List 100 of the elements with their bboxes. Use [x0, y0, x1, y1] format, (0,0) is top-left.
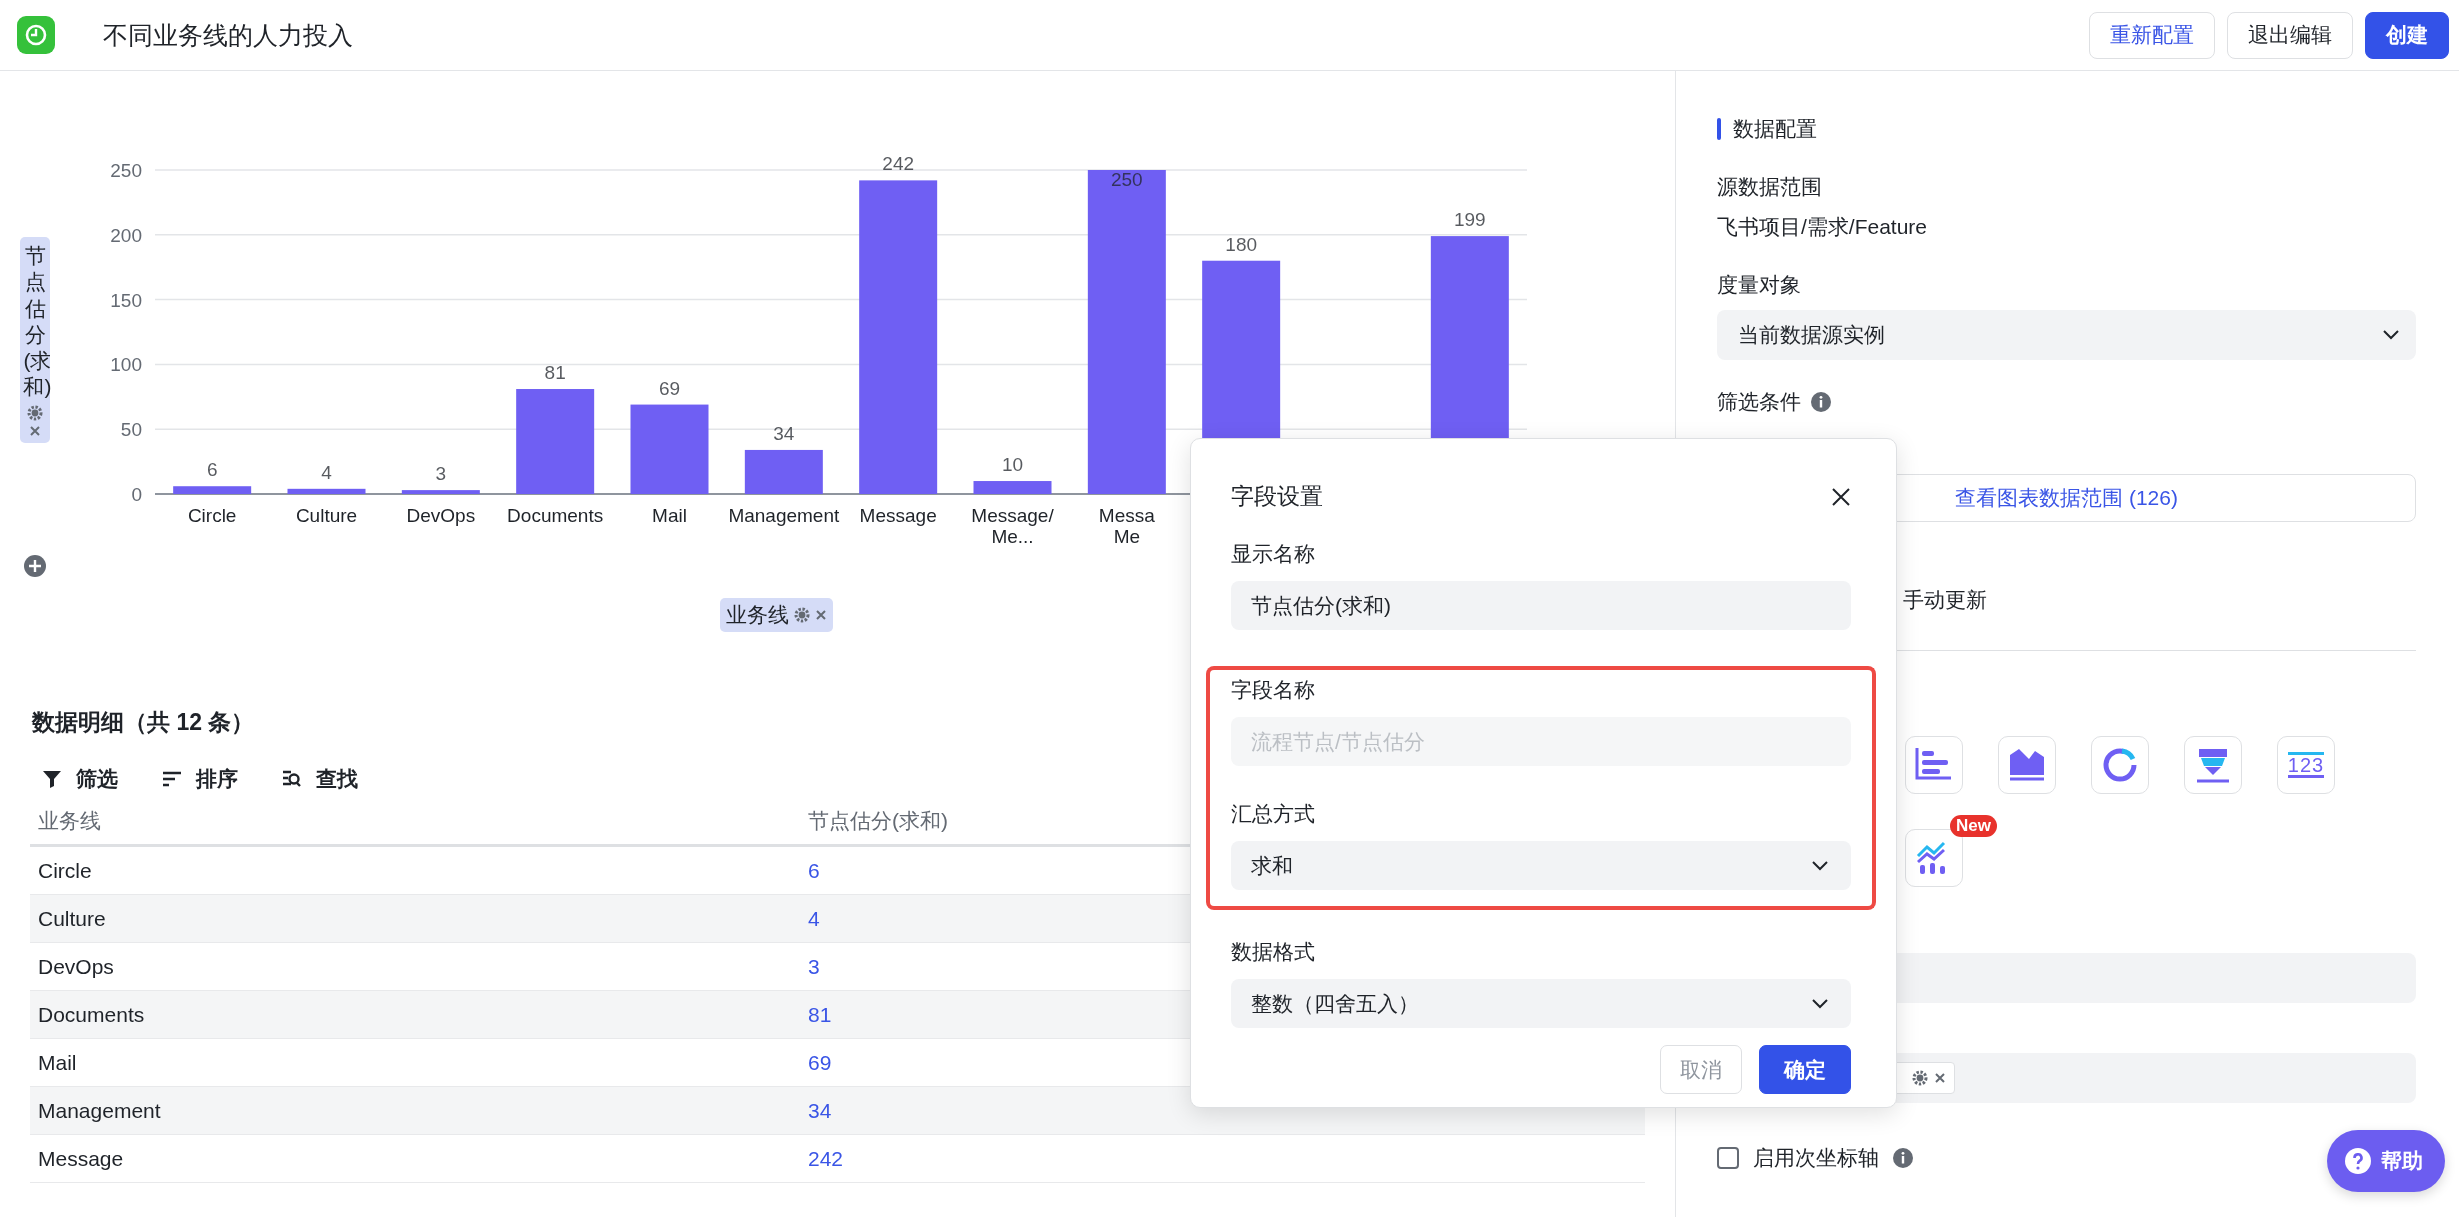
dialog-title: 字段设置: [1231, 482, 1323, 511]
cancel-button[interactable]: 取消: [1660, 1045, 1742, 1094]
table-cell[interactable]: 4: [808, 906, 820, 931]
category-label: Documents: [507, 505, 604, 526]
add-icon[interactable]: [24, 554, 46, 577]
field-label: 源数据范围: [1717, 174, 1823, 200]
table-cell[interactable]: 69: [808, 1050, 832, 1075]
field-label: 汇总方式: [1231, 801, 1316, 827]
category-label: Mail: [652, 505, 687, 526]
new-badge: New: [1950, 815, 1997, 837]
table-cell: Management: [38, 1098, 161, 1123]
exit-edit-button[interactable]: 退出编辑: [2227, 11, 2353, 59]
sort-icon: [162, 769, 182, 789]
category-label: Culture: [295, 505, 358, 526]
column-header: 业务线: [38, 808, 101, 834]
y-tick-label: 100: [110, 354, 142, 376]
gear-icon[interactable]: [794, 607, 810, 623]
value-label: 180: [1225, 233, 1257, 255]
close-icon[interactable]: [815, 609, 827, 621]
table-cell[interactable]: 81: [808, 1002, 832, 1027]
bar[interactable]: [973, 481, 1052, 494]
info-icon: [1893, 1148, 1913, 1168]
gear-icon[interactable]: [27, 404, 43, 421]
field-label: 数据格式: [1231, 939, 1316, 965]
value-label: 4: [321, 461, 332, 483]
sort-button[interactable]: 排序: [162, 765, 238, 793]
accent-bar: [1717, 118, 1721, 140]
column-header: 节点估分(求和): [808, 808, 948, 834]
axis-field-chip[interactable]: 业务线: [720, 598, 833, 632]
category-label: Messa Me: [1098, 505, 1155, 547]
category-label: Circle: [187, 505, 237, 526]
value-label: 34: [773, 422, 795, 444]
value-label: 250: [1111, 169, 1143, 190]
logo-icon: [17, 16, 55, 54]
table-cell[interactable]: 242: [808, 1146, 844, 1171]
source-path: 飞书项目/需求/Feature: [1717, 214, 1929, 240]
value-label: 6: [206, 459, 218, 481]
bar[interactable]: [744, 449, 823, 494]
bar[interactable]: [287, 488, 366, 494]
category-label: Message: [859, 505, 937, 526]
search-icon: [282, 769, 302, 789]
checkbox[interactable]: [1717, 1147, 1739, 1169]
filter-button[interactable]: 筛选: [42, 765, 118, 793]
measure-select[interactable]: 当前数据源实例: [1717, 310, 2416, 360]
value-label: 199: [1454, 209, 1486, 231]
field-label: 显示名称: [1231, 541, 1316, 567]
chart-type-button[interactable]: [1998, 736, 2056, 794]
y-tick-label: 0: [131, 484, 142, 505]
filter-icon: [42, 769, 62, 789]
table-cell[interactable]: 6: [808, 858, 820, 883]
chart-type-button[interactable]: [1905, 736, 1963, 794]
table-cell[interactable]: 34: [808, 1098, 832, 1123]
value-label: 3: [435, 463, 447, 485]
number-card-button[interactable]: 123: [2277, 736, 2335, 794]
axis-field-chip[interactable]: 节点估分(求和): [20, 237, 50, 443]
input-field[interactable]: 节点估分(求和): [1231, 581, 1851, 630]
category-label: Management: [728, 505, 840, 526]
bar[interactable]: [630, 404, 709, 494]
help-icon: [2345, 1148, 2371, 1174]
chart-type-button[interactable]: [1905, 829, 1963, 887]
reconfigure-button[interactable]: 重新配置: [2089, 11, 2215, 59]
gear-icon[interactable]: [1912, 1070, 1928, 1086]
table-cell: Documents: [38, 1002, 145, 1027]
update-label: 手动更新: [1903, 587, 1988, 613]
close-button[interactable]: [1831, 486, 1851, 507]
field-label: 度量对象: [1717, 272, 1802, 298]
chart-type-button[interactable]: [2184, 736, 2242, 794]
checkbox-label: 启用次坐标轴: [1753, 1145, 1879, 1171]
close-icon[interactable]: [29, 424, 41, 437]
table-cell[interactable]: 3: [808, 954, 820, 979]
table-cell: Message: [38, 1146, 124, 1171]
table-cell: Circle: [38, 858, 92, 883]
field-label: 筛选条件: [1717, 389, 1801, 415]
category-label: DevOps: [406, 505, 476, 526]
select-field[interactable]: 整数（四舍五入）: [1231, 979, 1851, 1028]
report-title: 不同业务线的人力投入: [103, 19, 354, 51]
info-icon: [1811, 392, 1831, 412]
chart-type-button[interactable]: [2091, 736, 2149, 794]
table-cell: Culture: [38, 906, 106, 931]
chevron-down-icon[interactable]: [1811, 859, 1829, 872]
select-field[interactable]: 求和: [1231, 841, 1851, 890]
confirm-button[interactable]: 确定: [1759, 1045, 1851, 1094]
chevron-down-icon[interactable]: [1811, 997, 1829, 1010]
panel-heading: 数据配置: [1733, 116, 1817, 142]
input-field: 流程节点/节点估分: [1231, 717, 1851, 766]
field-label: 字段名称: [1231, 677, 1316, 703]
y-tick-label: 250: [110, 160, 142, 181]
close-icon[interactable]: [1934, 1072, 1946, 1084]
help-button[interactable]: 帮助: [2327, 1130, 2445, 1192]
section-title: 数据明细（共 12 条）: [32, 708, 256, 737]
category-label: Message/ Me...: [971, 505, 1054, 547]
y-tick-label: 200: [110, 224, 142, 246]
table-cell: DevOps: [38, 954, 114, 979]
table-cell: Mail: [38, 1050, 77, 1075]
y-tick-label: 50: [120, 419, 142, 441]
value-label: 81: [544, 362, 566, 383]
chevron-down-icon[interactable]: [2382, 329, 2400, 341]
find-button[interactable]: 查找: [282, 765, 358, 793]
y-tick-label: 150: [110, 289, 142, 311]
create-button[interactable]: 创建: [2365, 11, 2449, 59]
